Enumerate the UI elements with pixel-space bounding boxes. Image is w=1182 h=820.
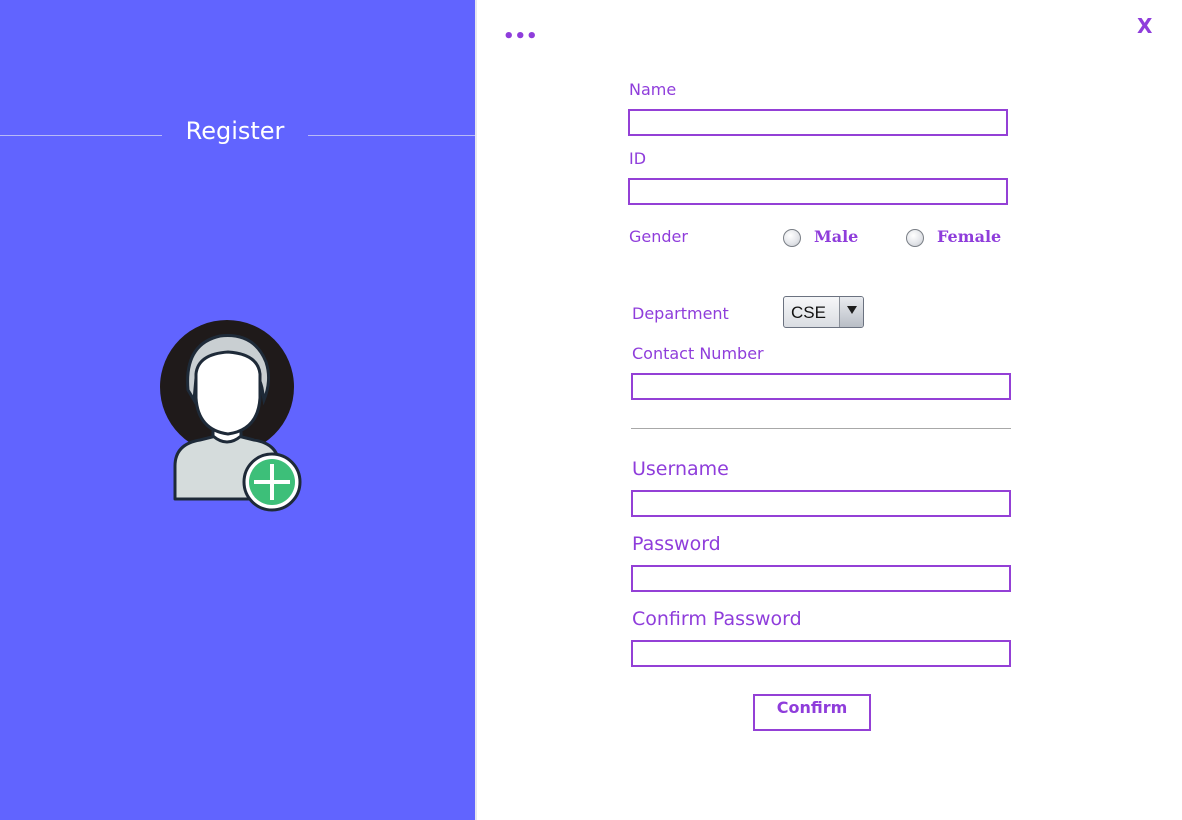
contact-number-label: Contact Number — [632, 344, 764, 363]
chevron-down-icon — [847, 306, 857, 314]
panel-divider — [475, 0, 477, 820]
name-label: Name — [629, 80, 677, 99]
department-selected-value: CSE — [791, 303, 826, 322]
username-field[interactable] — [631, 490, 1011, 517]
close-button[interactable]: X — [1137, 14, 1152, 38]
id-label: ID — [629, 149, 647, 168]
dropdown-button[interactable] — [839, 297, 863, 327]
confirm-password-field[interactable] — [631, 640, 1011, 667]
female-radio[interactable] — [906, 229, 924, 247]
department-select[interactable]: CSE — [783, 296, 864, 328]
gender-label: Gender — [629, 227, 688, 246]
add-user-icon — [160, 320, 302, 512]
confirm-password-label: Confirm Password — [632, 608, 802, 630]
female-radio-label[interactable]: Female — [937, 227, 1001, 247]
contact-number-field[interactable] — [631, 373, 1011, 400]
divider-right — [308, 135, 475, 136]
id-field[interactable] — [628, 178, 1008, 205]
name-field[interactable] — [628, 109, 1008, 136]
sidebar-panel: Register — [0, 0, 475, 820]
section-separator — [631, 428, 1011, 429]
male-radio[interactable] — [783, 229, 801, 247]
department-label: Department — [632, 304, 729, 323]
password-label: Password — [632, 533, 721, 555]
male-radio-label[interactable]: Male — [814, 227, 858, 247]
register-title: Register — [185, 117, 285, 145]
username-label: Username — [632, 458, 729, 480]
password-field[interactable] — [631, 565, 1011, 592]
confirm-button[interactable]: Confirm — [753, 694, 871, 731]
divider-left — [0, 135, 162, 136]
more-menu-icon[interactable]: ••• — [503, 28, 538, 46]
